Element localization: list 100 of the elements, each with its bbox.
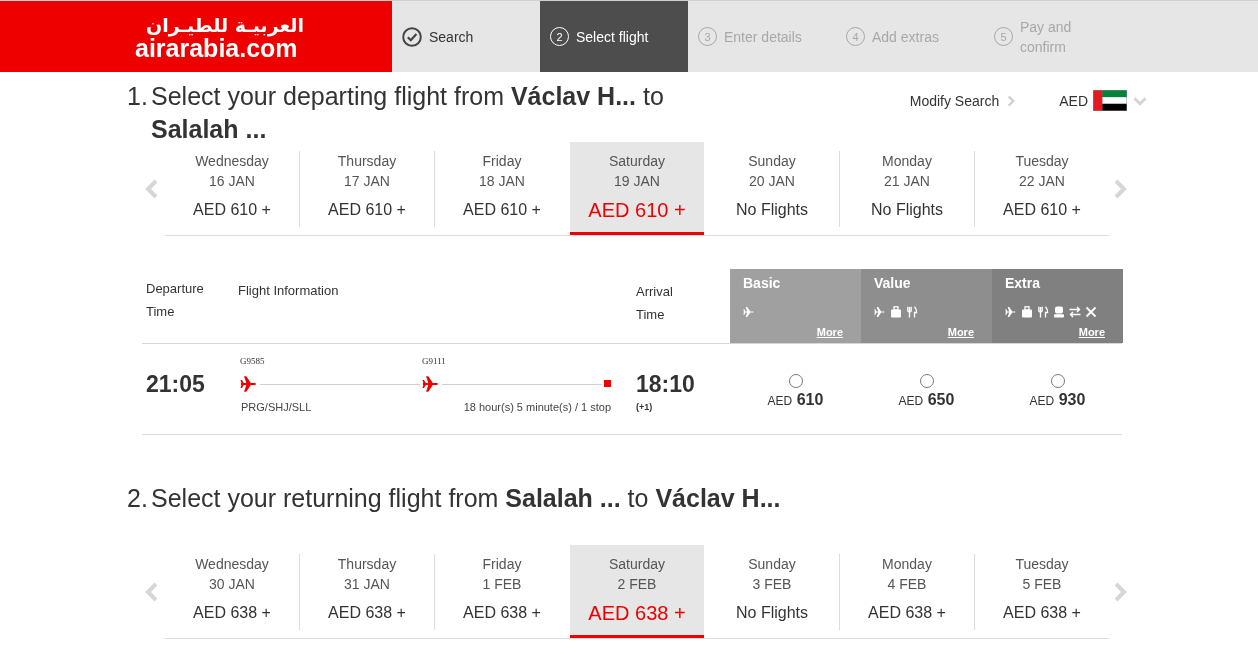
flag-icon — [1093, 90, 1127, 111]
chevron-right-icon — [1007, 94, 1016, 107]
date-label: 21 JAN — [884, 172, 930, 191]
date-option[interactable]: Friday 1 FEB AED 638 + — [435, 545, 569, 638]
chevron-down-icon — [1133, 95, 1147, 106]
date-option[interactable]: Sunday 3 FEB No Flights — [705, 545, 839, 638]
date-option[interactable]: Tuesday 22 JAN AED 610 + — [975, 142, 1109, 235]
fare-name: Value — [874, 274, 911, 292]
modify-search-link[interactable]: Modify Search — [909, 90, 1016, 111]
day-offset-text: (+1) — [636, 401, 653, 413]
fork-knife-icon — [906, 306, 918, 318]
chevron-right-icon[interactable] — [1113, 582, 1127, 602]
plane-icon — [1005, 306, 1017, 318]
duration-text: 18 hour(s) 5 minute(s) / 1 stop — [463, 400, 611, 414]
fare-text: AED 610 + — [463, 200, 541, 220]
step-label[interactable]: Select flight — [576, 26, 649, 47]
day-label: Friday — [482, 152, 522, 171]
date-label: 31 JAN — [344, 575, 390, 594]
fare-text: AED 610 + — [588, 199, 686, 221]
day-label: Monday — [882, 152, 932, 171]
step-label[interactable]: Search — [429, 26, 474, 47]
day-label: Wednesday — [195, 152, 269, 171]
seat-icon — [1053, 306, 1065, 318]
fare-text: No Flights — [736, 603, 808, 623]
date-label: 20 JAN — [749, 172, 795, 191]
fare-text: AED 638 + — [463, 603, 541, 623]
suitcase-icon — [1021, 306, 1033, 318]
currency-dropdown[interactable]: AED — [1059, 90, 1147, 111]
column-header: Flight Information — [238, 282, 339, 300]
day-label: Tuesday — [1015, 555, 1069, 574]
end-marker-icon — [604, 380, 611, 387]
date-label: 2 FEB — [617, 575, 657, 594]
day-label: Monday — [882, 555, 932, 574]
fork-knife-icon — [1037, 306, 1049, 318]
date-option[interactable]: Wednesday 30 JAN AED 638 + — [165, 545, 299, 638]
swap-arrows-icon — [1069, 306, 1081, 318]
date-option[interactable]: Thursday 17 JAN AED 610 + — [300, 142, 434, 235]
day-label: Saturday — [608, 555, 665, 574]
fare-text: AED 610 + — [1003, 200, 1081, 220]
fare-text: AED 638 + — [868, 603, 946, 623]
date-option[interactable]: Monday 21 JAN No Flights — [840, 142, 974, 235]
more-link[interactable]: More — [1078, 325, 1105, 339]
fare-name: Basic — [743, 274, 781, 292]
arrival-time: 18:10 — [636, 370, 695, 398]
section-number: 2. — [127, 483, 149, 514]
column-header: Arrival Time — [636, 283, 674, 324]
chevron-left-icon[interactable] — [145, 179, 159, 199]
plane-icon — [240, 375, 258, 393]
chevron-right-icon[interactable] — [1113, 179, 1127, 199]
fare-text: AED 638 + — [588, 602, 686, 624]
column-header: Departure Time — [146, 280, 205, 321]
section-number: 1. — [127, 81, 149, 112]
fare-price: AED 610 — [767, 391, 824, 410]
radio-button[interactable] — [919, 374, 934, 388]
section-title: Select your departing flight from Václav H... to Salalah ... — [151, 81, 665, 145]
fare-text: AED 610 + — [193, 200, 271, 220]
date-option[interactable]: Tuesday 5 FEB AED 638 + — [975, 545, 1109, 638]
date-label: 16 JAN — [209, 172, 255, 191]
plane-icon — [422, 375, 440, 393]
fare-text: AED 638 + — [328, 603, 406, 623]
date-option[interactable]: Monday 4 FEB AED 638 + — [840, 545, 974, 638]
day-label: Sunday — [748, 555, 796, 574]
departure-time: 21:05 — [146, 370, 205, 398]
day-label: Thursday — [337, 555, 397, 574]
date-option[interactable]: Friday 18 JAN AED 610 + — [435, 142, 569, 235]
date-label: 3 FEB — [752, 575, 792, 594]
date-label: 5 FEB — [1022, 575, 1062, 594]
date-label: 18 JAN — [479, 172, 525, 191]
day-label: Wednesday — [195, 555, 269, 574]
date-label: 30 JAN — [209, 575, 255, 594]
flight-number: G9111 — [422, 355, 446, 367]
date-option[interactable]: Saturday 2 FEB AED 638 + — [570, 545, 704, 638]
plane-icon — [874, 306, 886, 318]
cross-icon — [1085, 306, 1097, 318]
fare-text: No Flights — [871, 200, 943, 220]
radio-button[interactable] — [1050, 374, 1065, 388]
date-option[interactable]: Sunday 20 JAN No Flights — [705, 142, 839, 235]
flight-number: G9585 — [240, 355, 265, 367]
fare-name: Extra — [1005, 274, 1041, 292]
fare-text: AED 638 + — [1003, 603, 1081, 623]
radio-button[interactable] — [788, 374, 803, 388]
fare-text: AED 610 + — [328, 200, 406, 220]
chevron-left-icon[interactable] — [145, 582, 159, 602]
day-label: Tuesday — [1015, 152, 1069, 171]
date-label: 19 JAN — [614, 172, 660, 191]
date-option[interactable]: Thursday 31 JAN AED 638 + — [300, 545, 434, 638]
check-circle-icon — [402, 26, 422, 47]
logo-text: airarabia.com — [135, 35, 298, 60]
date-label: 17 JAN — [344, 172, 390, 191]
logo-arabic-text: العربيـة للطيـران — [146, 13, 305, 36]
plane-icon — [743, 306, 755, 318]
date-option[interactable]: Saturday 19 JAN AED 610 + — [570, 142, 704, 235]
route-text: PRG/SHJ/SLL — [241, 400, 312, 414]
date-option[interactable]: Wednesday 16 JAN AED 610 + — [165, 142, 299, 235]
fare-price: AED 650 — [898, 391, 955, 410]
fare-text: AED 638 + — [193, 603, 271, 623]
date-label: 4 FEB — [887, 575, 927, 594]
day-label: Friday — [482, 555, 522, 574]
date-label: 22 JAN — [1019, 172, 1065, 191]
fare-price: AED 930 — [1029, 391, 1086, 410]
